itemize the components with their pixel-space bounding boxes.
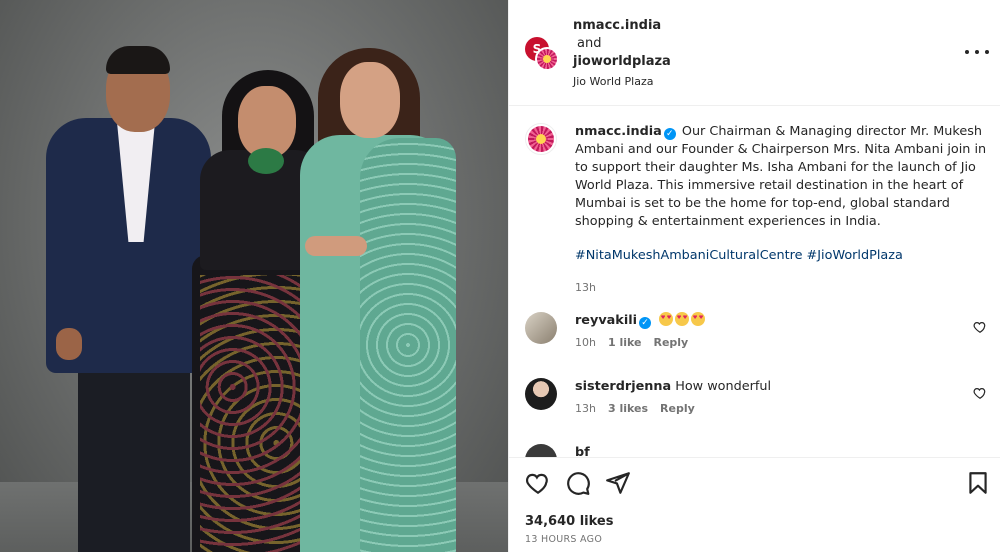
comment-item-partial: bf	[525, 444, 995, 457]
post-actions: 34,640 likes 13 HOURS AGO	[509, 457, 1000, 552]
woman-center-necklace	[248, 148, 284, 174]
header-username-1[interactable]: nmacc.india	[573, 17, 671, 35]
reply-button[interactable]: Reply	[653, 336, 688, 349]
comment-meta: 10h 1 like Reply	[575, 336, 688, 349]
header-text: nmacc.india and jioworldplaza Jio World …	[573, 17, 671, 91]
comment-username[interactable]: sisterdrjenna	[575, 379, 671, 394]
commenter-avatar[interactable]	[525, 444, 557, 457]
header-username-2[interactable]: jioworldplaza	[573, 53, 671, 71]
post-header: S nmacc.india and jioworldplaza Jio Worl…	[509, 0, 1000, 106]
commenter-avatar[interactable]	[525, 312, 557, 344]
commenter-avatar[interactable]	[525, 378, 557, 410]
comment-likes[interactable]: 1 like	[608, 336, 642, 349]
woman-right-arm	[305, 236, 367, 256]
comment-line: reyvakili ✓	[575, 312, 706, 330]
nmacc-avatar[interactable]	[535, 47, 559, 71]
comment-item: reyvakili ✓ 10h 1 like Reply	[525, 312, 995, 362]
bookmark-icon[interactable]	[965, 470, 991, 496]
comments-scroll-area[interactable]: nmacc.india ✓ Our Chairman & Managing dir…	[509, 107, 1000, 457]
post-timestamp[interactable]: 13 HOURS AGO	[525, 534, 602, 545]
mandala-logo-icon	[537, 49, 557, 69]
heart-eyes-emoji-icon	[675, 312, 690, 326]
man-figure-hair	[106, 46, 170, 74]
comment-time: 13h	[575, 402, 596, 415]
more-options-button[interactable]	[965, 44, 989, 60]
caption-text: Our Chairman & Managing director Mr. Muk…	[575, 124, 987, 229]
share-send-icon[interactable]	[605, 470, 631, 496]
comment-text: How wonderful	[675, 379, 772, 394]
mandala-logo-icon	[528, 126, 554, 152]
reply-button[interactable]: Reply	[660, 402, 695, 415]
comment-line: bf	[575, 444, 590, 457]
verified-badge-icon: ✓	[638, 317, 651, 329]
post-side-panel: S nmacc.india and jioworldplaza Jio Worl…	[508, 0, 1000, 552]
header-and: and	[577, 36, 602, 51]
comment-item: sisterdrjenna How wonderful 13h 3 likes …	[525, 378, 995, 428]
instagram-post: S nmacc.india and jioworldplaza Jio Worl…	[0, 0, 1000, 552]
comment-bubble-icon[interactable]	[565, 470, 591, 496]
woman-right-head	[340, 62, 400, 138]
dot-icon	[975, 50, 979, 54]
like-heart-icon[interactable]	[525, 470, 551, 496]
comment-meta: 13h 3 likes Reply	[575, 402, 695, 415]
comment-username[interactable]: reyvakili	[575, 313, 637, 328]
woman-center-skirt	[192, 255, 317, 552]
post-photo	[0, 0, 508, 552]
caption-avatar[interactable]	[525, 123, 557, 155]
collab-avatars[interactable]: S	[525, 37, 559, 71]
heart-eyes-emoji-icon	[691, 312, 706, 326]
heart-outline-icon[interactable]	[973, 386, 987, 400]
comment-line: sisterdrjenna How wonderful	[575, 378, 771, 396]
dot-icon	[985, 50, 989, 54]
heart-outline-icon[interactable]	[973, 320, 987, 334]
caption-hashtags[interactable]: #NitaMukeshAmbaniCulturalCentre #JioWorl…	[575, 247, 995, 265]
caption-body: nmacc.india ✓ Our Chairman & Managing dir…	[575, 123, 995, 297]
man-figure-hand	[56, 328, 82, 360]
header-location[interactable]: Jio World Plaza	[573, 73, 671, 91]
dot-icon	[965, 50, 969, 54]
caption-time: 13h	[575, 281, 596, 294]
comment-time: 10h	[575, 336, 596, 349]
woman-right-drape	[360, 138, 456, 552]
likes-count[interactable]: 34,640 likes	[525, 514, 613, 529]
comment-username[interactable]: bf	[575, 445, 590, 457]
verified-badge-icon: ✓	[663, 128, 676, 140]
comment-likes[interactable]: 3 likes	[608, 402, 648, 415]
caption-username[interactable]: nmacc.india	[575, 124, 662, 139]
heart-eyes-emoji-icon	[659, 312, 674, 326]
